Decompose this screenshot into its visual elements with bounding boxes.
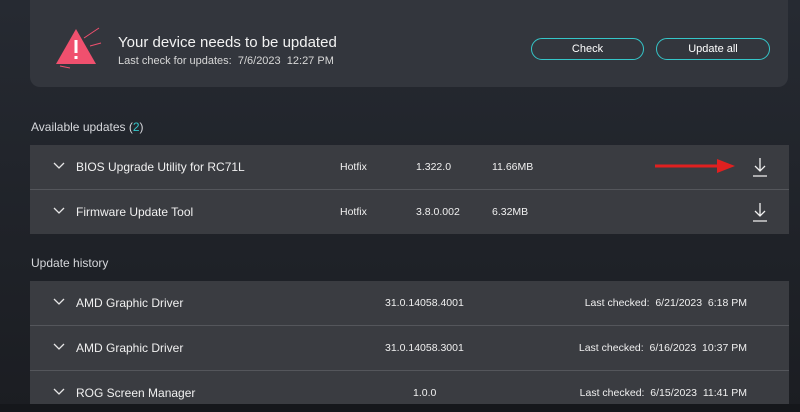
history-row[interactable]: AMD Graphic Driver 31.0.14058.3001 Last … [30, 326, 789, 370]
available-updates-heading: Available updates (2) [31, 120, 144, 134]
warning-triangle-icon [56, 27, 102, 69]
check-button[interactable]: Check [531, 38, 644, 60]
update-history-heading: Update history [31, 256, 109, 270]
available-updates-count: 2 [132, 120, 140, 134]
update-version: 3.8.0.002 [416, 206, 460, 218]
available-updates-label: Available updates ( [31, 120, 133, 134]
update-size: 6.32MB [492, 206, 529, 218]
chevron-down-icon[interactable] [52, 158, 66, 172]
history-version: 31.0.14058.3001 [385, 342, 464, 354]
available-updates-close: ) [139, 120, 144, 134]
last-check-text: Last check for updates: 7/6/2023 12:27 P… [118, 55, 334, 67]
chevron-down-icon[interactable] [52, 294, 66, 308]
chevron-down-icon[interactable] [52, 203, 66, 217]
last-checked-text: Last checked: 6/15/2023 11:41 PM [579, 387, 747, 399]
update-name: Firmware Update Tool [76, 205, 194, 219]
history-version: 1.0.0 [413, 387, 437, 399]
history-name: AMD Graphic Driver [76, 341, 184, 355]
history-row[interactable]: AMD Graphic Driver 31.0.14058.4001 Last … [30, 281, 789, 325]
update-name: BIOS Upgrade Utility for RC71L [76, 160, 245, 174]
last-checked-text: Last checked: 6/16/2023 10:37 PM [578, 342, 747, 354]
history-version: 31.0.14058.4001 [385, 297, 464, 309]
banner-title: Your device needs to be updated [118, 34, 337, 51]
history-name: AMD Graphic Driver [76, 296, 184, 310]
last-checked-text: Last checked: 6/21/2023 6:18 PM [584, 297, 747, 309]
update-type: Hotfix [340, 161, 367, 173]
download-icon[interactable] [751, 200, 769, 224]
update-size: 11.66MB [492, 161, 534, 173]
update-row-firmware[interactable]: Firmware Update Tool Hotfix 3.8.0.002 6.… [30, 190, 789, 234]
history-name: ROG Screen Manager [76, 386, 196, 400]
update-version: 1.322.0 [416, 161, 452, 173]
download-icon[interactable] [751, 155, 769, 179]
chevron-down-icon[interactable] [52, 339, 66, 353]
history-row[interactable]: ROG Screen Manager 1.0.0 Last checked: 6… [30, 371, 789, 404]
update-type: Hotfix [340, 206, 367, 218]
chevron-down-icon[interactable] [52, 384, 66, 398]
red-arrow-annotation-icon [655, 159, 735, 173]
update-all-button[interactable]: Update all [656, 38, 770, 60]
bottom-edge [0, 404, 800, 412]
